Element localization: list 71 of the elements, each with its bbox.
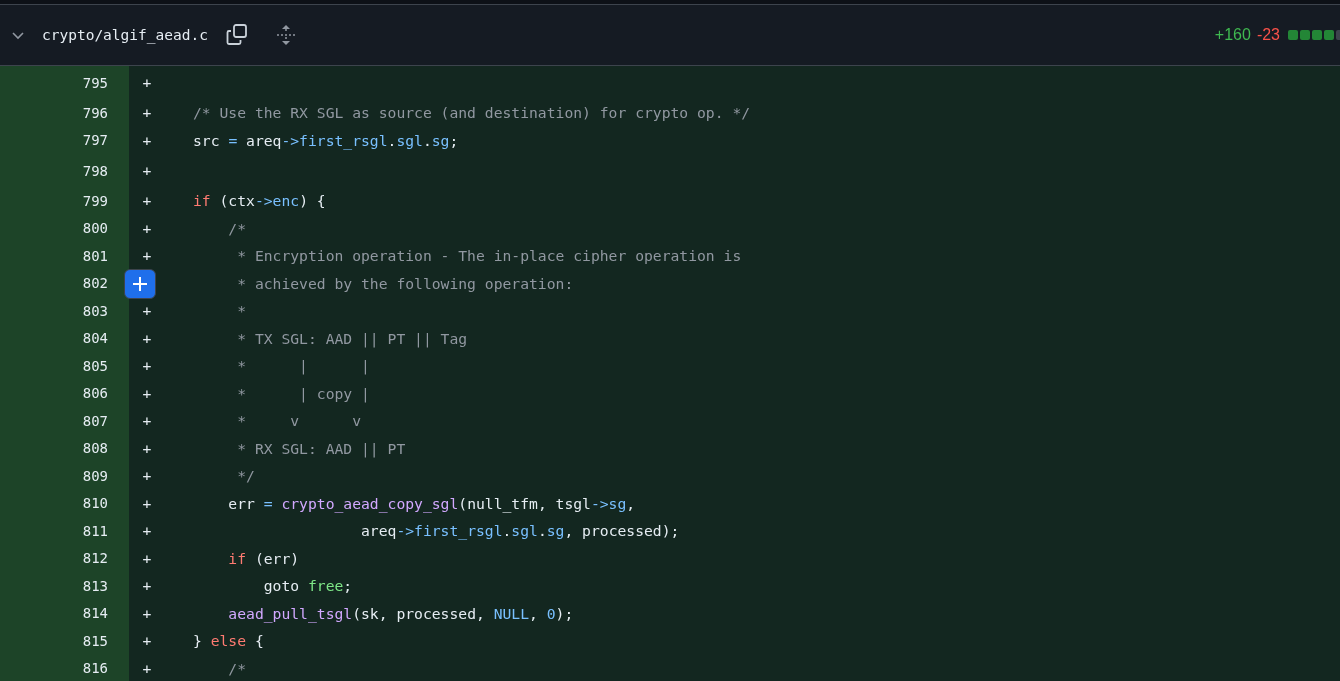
code-line: if (err) <box>227 549 300 567</box>
diff-marker: + <box>141 131 153 149</box>
code-line: } else { <box>193 632 264 650</box>
diff-marker: + <box>141 439 153 457</box>
diff-marker: + <box>141 632 153 650</box>
diff-marker: + <box>141 74 153 91</box>
diff-marker: + <box>141 494 153 512</box>
diff-marker: + <box>141 247 153 265</box>
line-number: 805 <box>0 352 129 380</box>
diff-marker: + <box>141 549 153 567</box>
diff-marker: + <box>141 522 153 540</box>
diff-marker: + <box>141 302 153 320</box>
line-number: 806 <box>0 379 129 407</box>
plus-icon <box>131 274 149 293</box>
line-number: 812 <box>0 544 129 572</box>
line-number: 814 <box>0 599 129 627</box>
code-line: if (ctx->enc) { <box>193 192 326 210</box>
code-line: /* <box>227 659 247 677</box>
code-line: * v v <box>236 412 361 430</box>
line-number: 795 <box>0 66 129 99</box>
copy-button[interactable] <box>225 23 248 47</box>
code-line: * | | <box>236 357 370 375</box>
line-number: 807 <box>0 407 129 435</box>
line-number: 796 <box>0 99 129 127</box>
line-number: 804 <box>0 324 129 352</box>
expand-button[interactable] <box>275 23 296 47</box>
line-number: 810 <box>0 489 129 517</box>
code-line: */ <box>236 467 255 485</box>
diff-marker: + <box>141 412 153 430</box>
diff-marker: + <box>141 162 153 179</box>
code-line: aead_pull_tsgl(sk, processed, NULL, 0); <box>227 604 574 622</box>
code-line: * | copy | <box>236 384 370 402</box>
code-line: goto free; <box>262 577 353 595</box>
line-number: 808 <box>0 434 129 462</box>
diff-marker: + <box>141 192 153 210</box>
code-line: * TX SGL: AAD || PT || Tag <box>236 329 468 347</box>
file-path: crypto/algif_aead.c <box>42 27 208 43</box>
code-line: src = areq->first_rsgl.sgl.sg; <box>193 131 459 149</box>
line-number: 803 <box>0 297 129 325</box>
line-number: 809 <box>0 462 129 490</box>
diff-marker: + <box>141 467 153 485</box>
code-line: * Encryption operation - The in-place cipher operation is <box>236 247 742 265</box>
expand-icon <box>275 24 296 46</box>
code-line: * <box>236 302 247 320</box>
line-number: 815 <box>0 627 129 655</box>
line-number: 797 <box>0 126 129 154</box>
line-number: 816 <box>0 654 129 681</box>
code-line: * RX SGL: AAD || PT <box>236 439 406 457</box>
add-comment-button[interactable] <box>124 268 156 299</box>
diff-marker: + <box>141 659 153 677</box>
deletions-count: -23 <box>1256 26 1280 44</box>
diff-marker: + <box>141 357 153 375</box>
line-number: 800 <box>0 214 129 242</box>
code-line: /* <box>227 219 247 237</box>
code-line: areq->first_rsgl.sgl.sg, processed); <box>360 522 680 540</box>
line-number: 801 <box>0 242 129 270</box>
code-line: * achieved by the following operation: <box>236 274 574 292</box>
line-number: 798 <box>0 154 129 187</box>
diff-marker: + <box>141 604 153 622</box>
copy-icon <box>225 24 248 46</box>
diff-marker: + <box>141 219 153 237</box>
code-line: /* Use the RX SGL as source (and destination) for crypto op. */ <box>193 104 751 122</box>
additions-count: +160 <box>1214 26 1251 44</box>
diff-marker: + <box>141 384 153 402</box>
line-number: 813 <box>0 572 129 600</box>
line-number: 799 <box>0 187 129 215</box>
code-line: err = crypto_aead_copy_sgl(null_tfm, tsgl->sg, <box>227 494 636 512</box>
diff-marker: + <box>141 104 153 122</box>
diff-marker: + <box>141 577 153 595</box>
line-number: 811 <box>0 517 129 545</box>
diff-marker: + <box>141 329 153 347</box>
